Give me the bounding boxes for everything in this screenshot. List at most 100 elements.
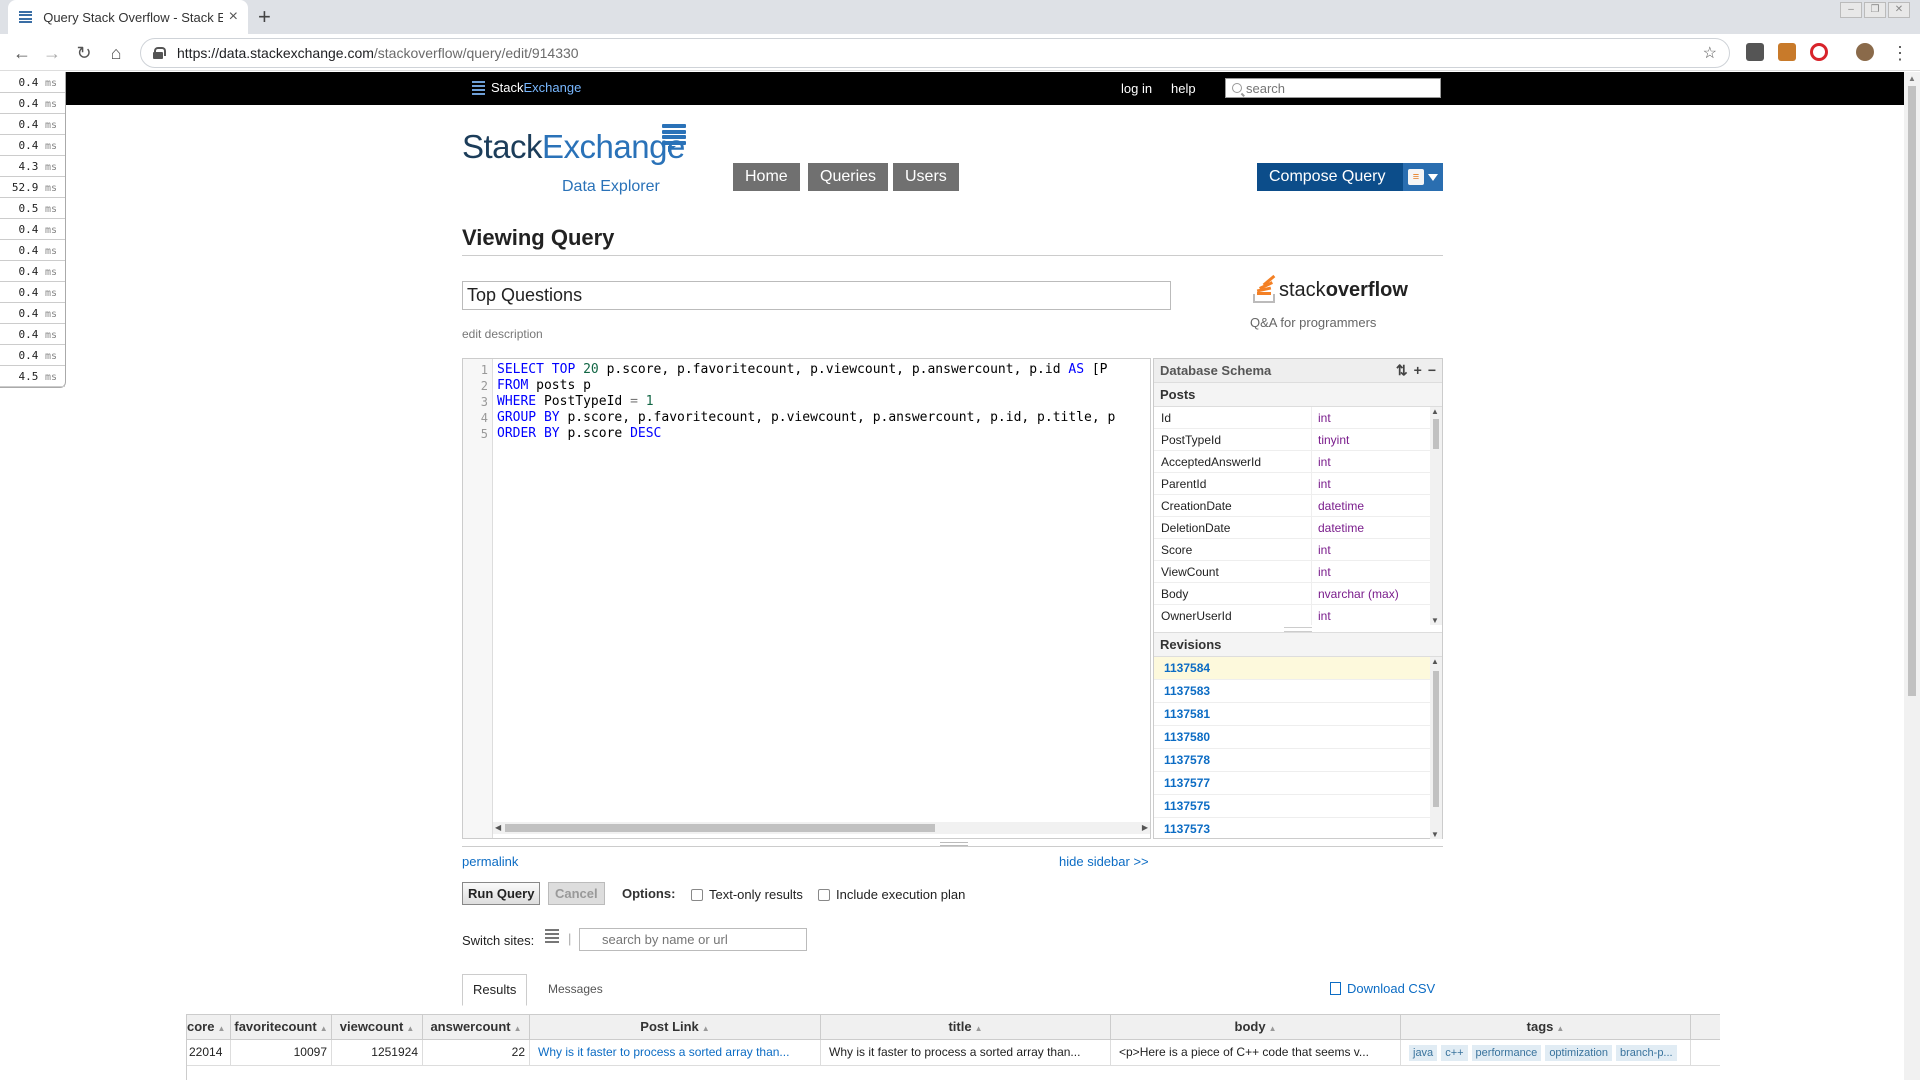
download-csv-link[interactable]: Download CSV [1330,981,1435,996]
col-header-title[interactable]: title ▲ [821,1015,1111,1039]
close-window-icon[interactable]: ✕ [1888,2,1910,18]
timing-entry[interactable]: 0.4 ms [0,282,65,303]
schema-column-row[interactable]: ViewCount int [1154,561,1442,583]
extension-badge-icon[interactable] [1778,43,1796,61]
nav-queries-button[interactable]: Queries [808,163,889,191]
col-header-favoritecount[interactable]: favoritecount ▲ [231,1015,332,1039]
schema-column-row[interactable]: ParentId int [1154,473,1442,495]
text-only-checkbox[interactable]: Text-only results [691,887,803,902]
col-header-tags[interactable]: tags ▲ [1401,1015,1691,1039]
tag-badge[interactable]: branch-p... [1616,1045,1677,1061]
nav-users-button[interactable]: Users [893,163,959,191]
tab-messages[interactable]: Messages [538,974,613,1006]
sidebar-resize-grip[interactable] [1154,625,1442,633]
timing-entry[interactable]: 0.4 ms [0,219,65,240]
timing-entry[interactable]: 0.4 ms [0,240,65,261]
schema-scrollbar[interactable]: ▲ ▼ [1430,407,1442,625]
sql-editor[interactable]: 1 2 3 4 5 SELECT TOP 20 p.score, p.favoritec… [462,358,1151,839]
expand-all-icon[interactable]: + [1414,362,1422,379]
login-link[interactable]: log in [1121,81,1152,96]
revision-link[interactable]: 1137580 [1154,726,1442,749]
schema-column-row[interactable]: Score int [1154,539,1442,561]
col-header-answercount[interactable]: answercount ▲ [423,1015,530,1039]
timing-entry[interactable]: 0.4 ms [0,93,65,114]
revisions-scrollbar[interactable]: ▲ ▼ [1430,657,1442,839]
restore-icon[interactable]: ❐ [1864,2,1886,18]
timing-entry[interactable]: 0.4 ms [0,72,65,93]
revision-link[interactable]: 1137581 [1154,703,1442,726]
sort-az-icon[interactable]: ⇅ [1396,362,1408,379]
extension-s-icon[interactable] [1746,43,1764,61]
timing-entry[interactable]: 0.4 ms [0,324,65,345]
scroll-down-arrow-icon[interactable]: ▼ [1431,616,1439,625]
page-scrollbar[interactable]: ▲ [1904,72,1920,1080]
schema-column-row[interactable]: Body nvarchar (max) [1154,583,1442,605]
network-search[interactable] [1225,78,1441,98]
tag-badge[interactable]: java [1409,1045,1438,1061]
schema-scrollbar-thumb[interactable] [1433,419,1439,449]
revision-link[interactable]: 1137578 [1154,749,1442,772]
timing-entry[interactable]: 0.4 ms [0,135,65,156]
close-tab-icon[interactable]: × [229,8,238,26]
timing-entry[interactable]: 0.4 ms [0,261,65,282]
reload-icon[interactable]: ↻ [72,41,96,65]
schema-column-row[interactable]: OwnerUserId int [1154,605,1442,625]
menu-dots-icon[interactable]: ⋮ [1888,41,1912,65]
query-title-field[interactable]: Top Questions [462,281,1171,310]
schema-column-row[interactable]: PostTypeId tinyint [1154,429,1442,451]
permalink-link[interactable]: permalink [462,854,518,869]
scroll-left-arrow-icon[interactable]: ◀ [495,822,501,834]
timing-entry[interactable]: 0.5 ms [0,198,65,219]
schema-column-row[interactable]: AcceptedAnswerId int [1154,451,1442,473]
minimize-icon[interactable]: – [1840,2,1862,18]
forward-icon[interactable]: → [40,41,64,65]
edit-description-link[interactable]: edit description [462,327,543,341]
cancel-button[interactable]: Cancel [548,882,605,905]
revisions-scrollbar-thumb[interactable] [1433,671,1439,807]
col-header-post-link[interactable]: Post Link ▲ [530,1015,821,1039]
bookmark-star-icon[interactable]: ☆ [1703,43,1717,63]
site-search-input[interactable] [579,928,807,951]
new-tab-icon[interactable]: + [258,4,271,30]
tag-badge[interactable]: c++ [1441,1045,1468,1061]
revision-link[interactable]: 1137573 [1154,818,1442,839]
hide-sidebar-link[interactable]: hide sidebar >> [1059,854,1149,869]
scroll-up-arrow-icon[interactable]: ▲ [1908,74,1916,83]
schema-column-row[interactable]: Id int [1154,407,1442,429]
run-query-button[interactable]: Run Query [462,882,541,905]
address-bar[interactable]: https://data.stackexchange.com/stackover… [140,38,1730,68]
execution-plan-checkbox[interactable]: Include execution plan [818,887,965,902]
page-scrollbar-thumb[interactable] [1908,86,1916,696]
timing-entry[interactable]: 4.3 ms [0,156,65,177]
help-link[interactable]: help [1171,81,1196,96]
browser-tab[interactable]: Query Stack Overflow - Stack Ex × [8,0,248,34]
compose-query-button[interactable]: Compose Query ≡ [1257,163,1443,191]
tab-results[interactable]: Results [462,974,528,1006]
scroll-up-arrow-icon[interactable]: ▲ [1431,407,1439,416]
schema-column-row[interactable]: DeletionDate datetime [1154,517,1442,539]
schema-table-name[interactable]: Posts [1154,383,1442,407]
stackoverflow-logo[interactable]: stack overflow [1253,274,1408,303]
editor-horizontal-scrollbar[interactable]: ◀ ▶ [493,822,1150,834]
opera-icon[interactable] [1810,43,1828,61]
schema-column-row[interactable]: CreationDate datetime [1154,495,1442,517]
tag-badge[interactable]: optimization [1545,1045,1613,1061]
sql-code[interactable]: SELECT TOP 20 p.score, p.favoritecount, … [497,362,1147,442]
stackoverflow-site-icon[interactable] [545,929,559,945]
scroll-down-arrow-icon[interactable]: ▼ [1431,830,1439,839]
col-header-viewcount[interactable]: viewcount ▲ [332,1015,423,1039]
col-header-score[interactable]: core ▲ [187,1015,231,1039]
collapse-all-icon[interactable]: − [1428,362,1436,379]
revision-link[interactable]: 1137584 [1154,657,1442,680]
revision-link[interactable]: 1137583 [1154,680,1442,703]
scroll-up-arrow-icon[interactable]: ▲ [1431,657,1439,666]
timing-entry[interactable]: 52.9 ms [0,177,65,198]
profile-avatar[interactable] [1856,43,1874,61]
cell-post-link[interactable]: Why is it faster to process a sorted arr… [530,1040,821,1065]
revision-link[interactable]: 1137577 [1154,772,1442,795]
timing-entry[interactable]: 4.5 ms [0,366,65,387]
col-header-body[interactable]: body ▲ [1111,1015,1401,1039]
scroll-right-arrow-icon[interactable]: ▶ [1142,822,1148,834]
checkbox-box[interactable] [818,888,830,901]
back-icon[interactable]: ← [10,41,34,65]
